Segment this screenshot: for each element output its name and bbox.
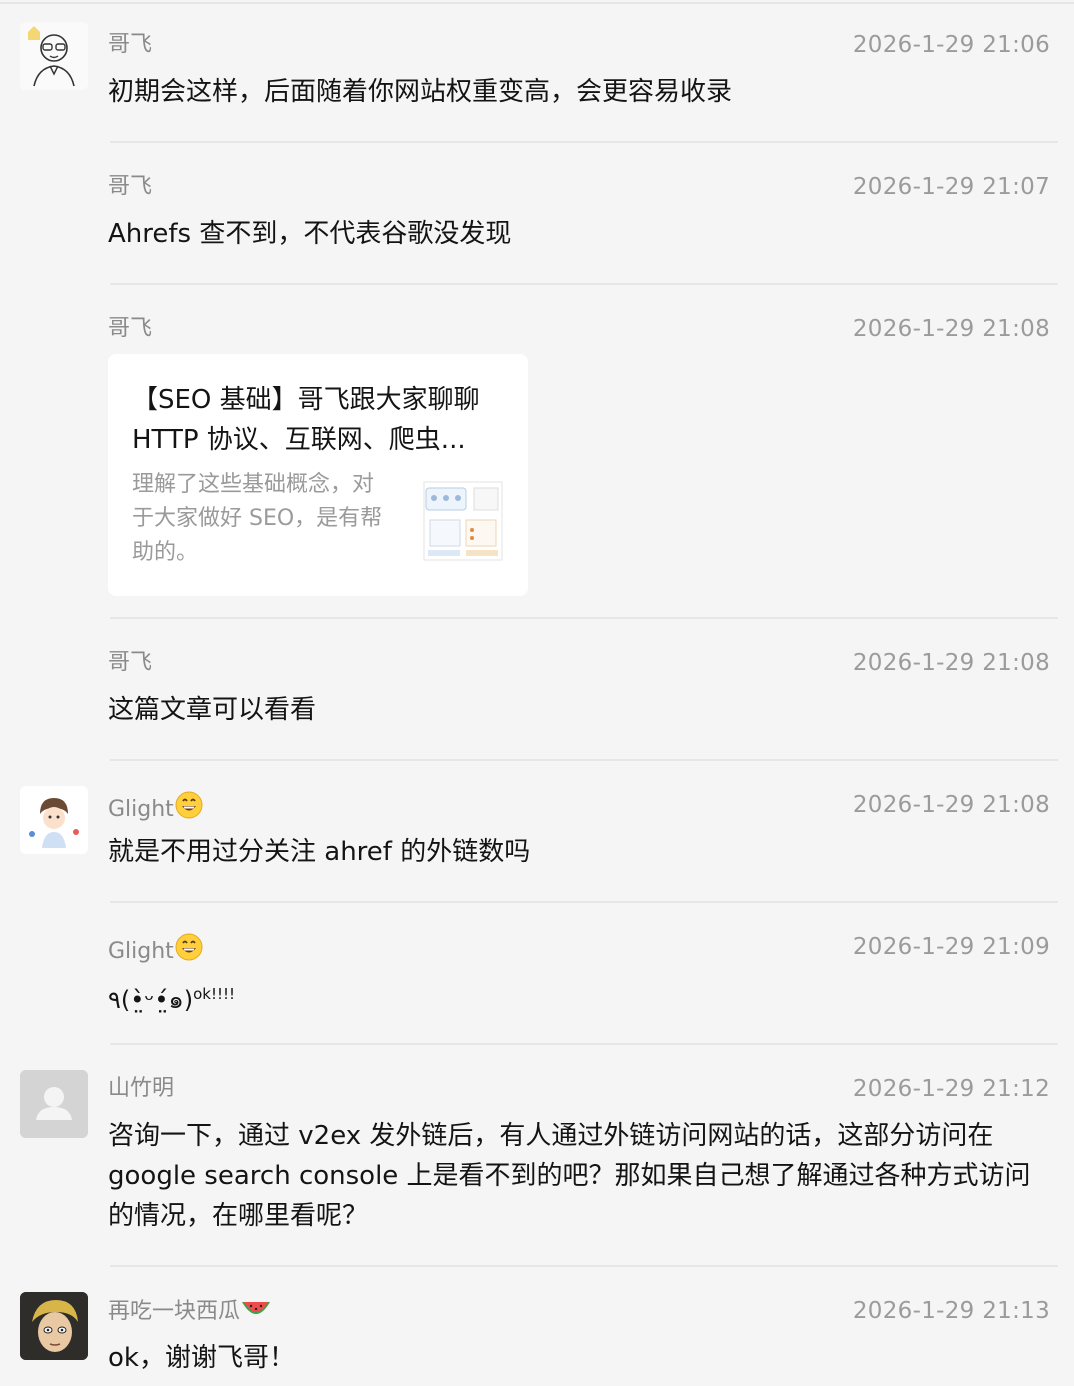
author-name-text: 再吃一块西瓜 <box>108 1299 241 1324</box>
comment-text: ٩(•̤̀ᵕ•̤́๑)ok!!!! <box>108 974 1050 1020</box>
avatar-watermelon-user[interactable] <box>20 1292 88 1360</box>
author-name-text: Glight <box>108 939 174 964</box>
comment-text: ok，谢谢飞哥！ <box>108 1343 295 1373</box>
comment-author[interactable]: Glight <box>108 932 204 971</box>
author-name-text: Glight <box>108 797 174 822</box>
comment-text: Ahrefs 查不到，不代表谷歌没发现 <box>108 219 512 249</box>
comment-text: 初期会这样，后面随着你网站权重变高，会更容易收录 <box>108 77 733 107</box>
grinning-face-emoji <box>174 790 204 829</box>
article-card-title: 【SEO 基础】哥飞跟大家聊聊 HTTP 协议、互联网、爬虫... <box>132 385 480 455</box>
article-link-card[interactable]: 【SEO 基础】哥飞跟大家聊聊 HTTP 协议、互联网、爬虫... 理解了这些基… <box>108 354 528 596</box>
comment-author[interactable]: 山竹明 <box>108 1074 174 1104</box>
grinning-face-emoji <box>174 932 204 971</box>
comment-time: 2026-1-29 21:09 <box>852 934 1050 960</box>
comment-time: 2026-1-29 21:07 <box>852 174 1050 200</box>
kaomoji-superscript: ok!!!! <box>193 985 236 1003</box>
comment-time: 2026-1-29 21:08 <box>852 792 1050 818</box>
divider <box>110 141 1058 143</box>
comment-author[interactable]: 哥飞 <box>108 172 152 202</box>
divider <box>110 759 1058 761</box>
divider <box>110 617 1058 619</box>
divider <box>110 1043 1058 1045</box>
comment-time: 2026-1-29 21:08 <box>852 316 1050 342</box>
kaomoji-text: ٩(•̤̀ᵕ•̤́๑) <box>108 986 194 1014</box>
comment-time: 2026-1-29 21:06 <box>852 32 1050 58</box>
comment-author[interactable]: 哥飞 <box>108 30 152 60</box>
comment-author[interactable]: 哥飞 <box>108 314 152 344</box>
comment-author[interactable]: 再吃一块西瓜 <box>108 1296 272 1331</box>
comment-time: 2026-1-29 21:12 <box>852 1076 1050 1102</box>
comment-time: 2026-1-29 21:08 <box>852 650 1050 676</box>
comment-text: 这篇文章可以看看 <box>108 695 317 725</box>
watermelon-emoji <box>240 1296 272 1331</box>
comment-author[interactable]: 哥飞 <box>108 648 152 678</box>
divider <box>110 283 1058 285</box>
avatar-glight[interactable] <box>20 786 88 854</box>
comment-text: 就是不用过分关注 ahref 的外链数吗 <box>108 837 531 867</box>
comment-text: 咨询一下，通过 v2ex 发外链后，有人通过外链访问网站的话，这部分访问在 go… <box>108 1121 1031 1231</box>
divider <box>110 901 1058 903</box>
article-card-description: 理解了这些基础概念，对于大家做好 SEO，是有帮助的。 <box>132 472 383 565</box>
comment-author[interactable]: Glight <box>108 790 204 829</box>
avatar-gefei[interactable] <box>20 22 88 90</box>
article-thumbnail <box>422 480 504 562</box>
top-divider <box>0 2 1074 4</box>
comment-time: 2026-1-29 21:13 <box>852 1298 1050 1324</box>
divider <box>110 1265 1058 1267</box>
avatar-default[interactable] <box>20 1070 88 1138</box>
